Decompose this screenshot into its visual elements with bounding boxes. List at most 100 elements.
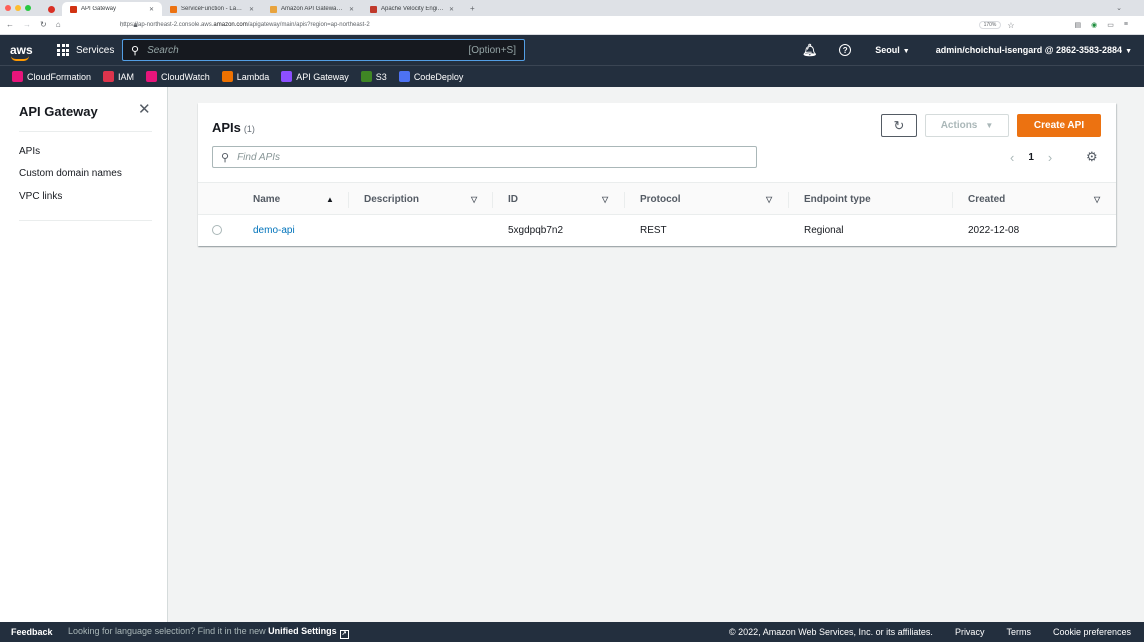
services-menu-button[interactable]: Services (57, 44, 122, 56)
tab-label: API Gateway (81, 6, 117, 12)
service-sidebar: API Gateway ✕ APIs Custom domain names V… (0, 87, 168, 622)
aws-logo[interactable]: aws (0, 43, 57, 61)
column-divider (624, 192, 625, 208)
close-sidebar-icon[interactable]: ✕ (138, 100, 151, 118)
privacy-link[interactable]: Privacy (955, 627, 985, 637)
api-gateway-icon (281, 71, 293, 82)
nav-right-group: 🔔︎ ? Seoul ▼ admin/choichul-isengard @ 28… (802, 43, 1144, 57)
copyright-text: © 2022, Amazon Web Services, Inc. or its… (729, 627, 933, 637)
tab-list-chevron-icon[interactable]: ⌄ (1116, 4, 1144, 12)
favorite-cloudwatch[interactable]: CloudWatch (146, 71, 210, 82)
unified-settings-label: Unified Settings (268, 625, 337, 636)
favorite-lambda[interactable]: Lambda (221, 71, 269, 82)
column-divider (348, 192, 349, 208)
search-input[interactable] (147, 44, 461, 56)
column-header-endpoint-type[interactable]: Endpoint type (804, 183, 954, 216)
back-icon[interactable]: ← (6, 20, 14, 30)
tab-favicon (170, 5, 177, 13)
codedeploy-icon (398, 71, 410, 82)
sort-ascending-icon[interactable]: ▲ (326, 195, 334, 204)
apis-count: (1) (243, 124, 255, 134)
favorite-codedeploy[interactable]: CodeDeploy (398, 71, 463, 82)
browser-tab-3[interactable]: Apache Velocity Engine VTL Ref ✕ (362, 2, 462, 16)
tab-close-icon[interactable]: ✕ (149, 6, 154, 13)
favorite-s3[interactable]: S3 (360, 71, 387, 82)
help-icon[interactable]: ? (839, 44, 852, 56)
pagination: ‹ 1 › (1010, 150, 1052, 165)
table-row[interactable]: demo-api 5xgdpqb7n2 REST Regional 2022-1… (198, 215, 1116, 245)
page-number[interactable]: 1 (1028, 152, 1034, 163)
account-label: admin/choichul-isengard @ 2862-3583-2884 (935, 45, 1123, 55)
table-preferences-gear-icon[interactable]: ⚙ (1086, 149, 1098, 165)
tab-favicon (270, 5, 277, 13)
filter-caret-icon[interactable]: ▽ (471, 195, 477, 204)
menu-icon[interactable]: ≡ (1124, 21, 1128, 29)
browser-tab-1[interactable]: ServiceFunction - Lambda ✕ (162, 2, 262, 16)
minimize-window-icon[interactable] (15, 5, 21, 11)
column-label: ID (508, 194, 518, 205)
cookie-preferences-link[interactable]: Cookie preferences (1053, 627, 1131, 637)
column-header-description[interactable]: Description ▽ (364, 183, 494, 216)
sidebar-icon[interactable]: ▭ (1107, 21, 1114, 29)
filter-caret-icon[interactable]: ▽ (602, 195, 608, 204)
extension-icon[interactable]: ◉ (1091, 21, 1097, 29)
column-header-created[interactable]: Created ▽ (968, 183, 1108, 216)
sidebar-title: API Gateway (19, 104, 98, 119)
tab-close-icon[interactable]: ✕ (449, 6, 454, 13)
actions-dropdown-button[interactable]: Actions ▼ (925, 114, 1009, 137)
maximize-window-icon[interactable] (25, 5, 31, 11)
previous-page-icon[interactable]: ‹ (1010, 150, 1014, 165)
zoom-level[interactable]: 170% (978, 21, 1002, 29)
filter-caret-icon[interactable]: ▽ (1094, 195, 1100, 204)
column-label: Description (364, 194, 420, 205)
reader-icon[interactable]: ▤ (1075, 21, 1082, 29)
close-window-icon[interactable] (5, 5, 11, 11)
refresh-button[interactable]: ↻ (881, 114, 917, 137)
api-name-link[interactable]: demo-api (253, 215, 295, 245)
region-selector[interactable]: Seoul ▼ (875, 45, 909, 55)
feedback-link[interactable]: Feedback (0, 627, 68, 637)
sidebar-item-custom-domain-names[interactable]: Custom domain names (19, 168, 122, 179)
notifications-bell-icon[interactable]: 🔔︎ (802, 43, 817, 57)
new-tab-icon[interactable]: + (462, 4, 475, 13)
terms-link[interactable]: Terms (1006, 627, 1031, 637)
column-header-protocol[interactable]: Protocol ▽ (640, 183, 790, 216)
browser-address-bar: ← → ↻ ⌂ ◌ 🔒︎ https://ap-northeast-2.cons… (0, 16, 1144, 35)
window-controls (0, 5, 44, 11)
next-page-icon[interactable]: › (1048, 150, 1052, 165)
api-created-date: 2022-12-08 (968, 224, 1020, 236)
tab-close-icon[interactable]: ✕ (249, 6, 254, 13)
forward-icon[interactable]: → (23, 20, 31, 30)
console-footer: Feedback Looking for language selection?… (0, 622, 1144, 642)
tab-label: Amazon API Gateway API reque... (281, 6, 345, 12)
favorite-iam[interactable]: IAM (103, 71, 134, 82)
sidebar-item-apis[interactable]: APIs (19, 146, 40, 157)
find-apis-input[interactable] (237, 151, 756, 163)
lambda-icon (221, 71, 233, 82)
reload-icon[interactable]: ↻ (40, 20, 47, 30)
language-notice-text: Looking for language selection? Find it … (68, 625, 266, 636)
caret-down-icon: ▼ (1125, 48, 1132, 55)
filter-caret-icon[interactable]: ▽ (766, 195, 772, 204)
row-select-radio[interactable] (212, 225, 222, 235)
create-api-button[interactable]: Create API (1017, 114, 1101, 137)
pinned-tab[interactable] (44, 2, 62, 16)
bookmark-star-icon[interactable]: ☆ (1007, 21, 1014, 30)
column-header-id[interactable]: ID ▽ (508, 183, 628, 216)
favorite-api-gateway[interactable]: API Gateway (281, 71, 349, 82)
account-menu[interactable]: admin/choichul-isengard @ 2862-3583-2884… (936, 45, 1132, 55)
unified-search-bar: ⚲ [Option+S] (122, 39, 525, 61)
tab-favicon (70, 5, 77, 13)
home-icon[interactable]: ⌂ (56, 20, 61, 30)
browser-tab-0[interactable]: API Gateway ✕ (62, 2, 162, 16)
favorite-cloudformation[interactable]: CloudFormation (12, 71, 91, 82)
language-notice: Looking for language selection? Find it … (68, 626, 349, 639)
region-label: Seoul (875, 45, 900, 55)
column-label: Protocol (640, 194, 681, 205)
tab-close-icon[interactable]: ✕ (349, 6, 354, 13)
url-field[interactable]: https://ap-northeast-2.console.aws.amazo… (120, 22, 370, 28)
sidebar-item-vpc-links[interactable]: VPC links (19, 191, 62, 202)
browser-tab-2[interactable]: Amazon API Gateway API reque... ✕ (262, 2, 362, 16)
column-label: Name (253, 194, 281, 205)
unified-settings-link[interactable]: Unified Settings ↗ (268, 625, 349, 639)
